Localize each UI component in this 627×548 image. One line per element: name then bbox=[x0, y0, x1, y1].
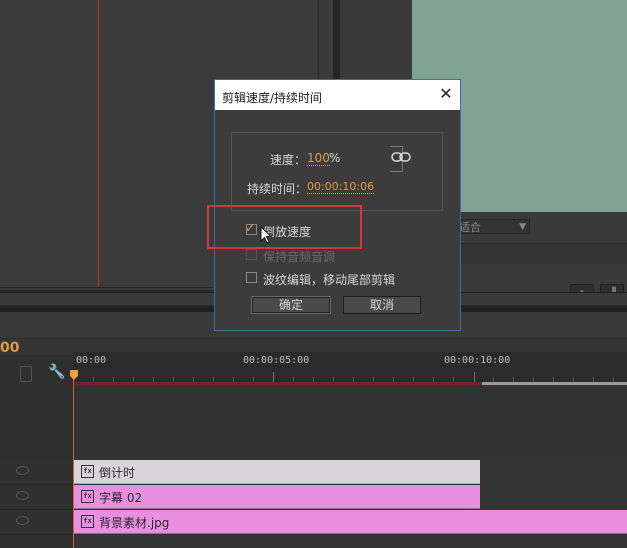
empty-video-track-area bbox=[73, 386, 627, 456]
track-header-v2 bbox=[0, 485, 73, 510]
cancel-button[interactable]: 取消 bbox=[343, 296, 421, 314]
eye-icon[interactable] bbox=[16, 516, 29, 525]
speed-duration-group bbox=[231, 132, 443, 211]
clip-background-image[interactable]: fx 背景素材.jpg bbox=[74, 510, 627, 534]
clip-label: 背景素材.jpg bbox=[99, 516, 170, 530]
wrench-icon[interactable]: 🔧 bbox=[48, 364, 65, 380]
timeline-timecode[interactable]: 00 bbox=[0, 340, 19, 356]
track-header-v1 bbox=[0, 510, 73, 535]
clip-countdown[interactable]: fx 倒计时 bbox=[74, 460, 480, 484]
duration-input[interactable]: 00:00:10:06 bbox=[307, 180, 375, 194]
source-monitor-guide-line bbox=[98, 0, 99, 287]
close-icon[interactable]: ✕ bbox=[437, 85, 455, 103]
fx-icon: fx bbox=[81, 490, 94, 503]
track-header-v3 bbox=[0, 460, 73, 485]
zoom-fit-dropdown[interactable]: 适合 ▼ bbox=[455, 219, 530, 234]
speed-label: 速度： bbox=[270, 153, 307, 167]
work-area-bar-end[interactable] bbox=[482, 382, 627, 385]
maintain-pitch-label: 保持音频音调 bbox=[263, 250, 336, 264]
ripple-edit-label[interactable]: 波纹编辑，移动尾部剪辑 bbox=[263, 271, 395, 288]
ripple-edit-checkbox[interactable] bbox=[246, 272, 257, 283]
eye-icon[interactable] bbox=[16, 466, 29, 475]
chevron-down-icon: ▼ bbox=[519, 222, 526, 232]
speed-input[interactable]: 100 bbox=[307, 151, 330, 166]
annotation-highlight-box bbox=[207, 205, 362, 249]
speed-unit: % bbox=[329, 151, 341, 165]
ruler-label-0: 00:00 bbox=[76, 355, 107, 366]
clip-label: 倒计时 bbox=[99, 466, 136, 480]
clip-subtitle[interactable]: fx 字幕 02 bbox=[74, 485, 480, 509]
snap-toggle-icon[interactable] bbox=[20, 366, 32, 382]
eye-icon[interactable] bbox=[16, 491, 29, 500]
duration-label: 持续时间： bbox=[247, 182, 308, 196]
fx-icon: fx bbox=[81, 465, 94, 478]
ok-button[interactable]: 确定 bbox=[251, 296, 331, 314]
fx-icon: fx bbox=[81, 515, 94, 528]
ruler-label-5s: 00:00:05:00 bbox=[243, 355, 310, 366]
ruler-ticks bbox=[73, 372, 614, 382]
clip-label: 字幕 02 bbox=[99, 491, 143, 505]
maintain-pitch-checkbox bbox=[246, 249, 257, 260]
dialog-title: 剪辑速度/持续时间 bbox=[222, 91, 323, 105]
zoom-fit-value: 适合 bbox=[459, 221, 481, 234]
playhead-line[interactable] bbox=[73, 372, 74, 548]
mouse-cursor-icon bbox=[260, 226, 273, 244]
ruler-label-10s: 00:00:10:00 bbox=[444, 355, 511, 366]
link-chain-icon[interactable] bbox=[391, 151, 411, 163]
